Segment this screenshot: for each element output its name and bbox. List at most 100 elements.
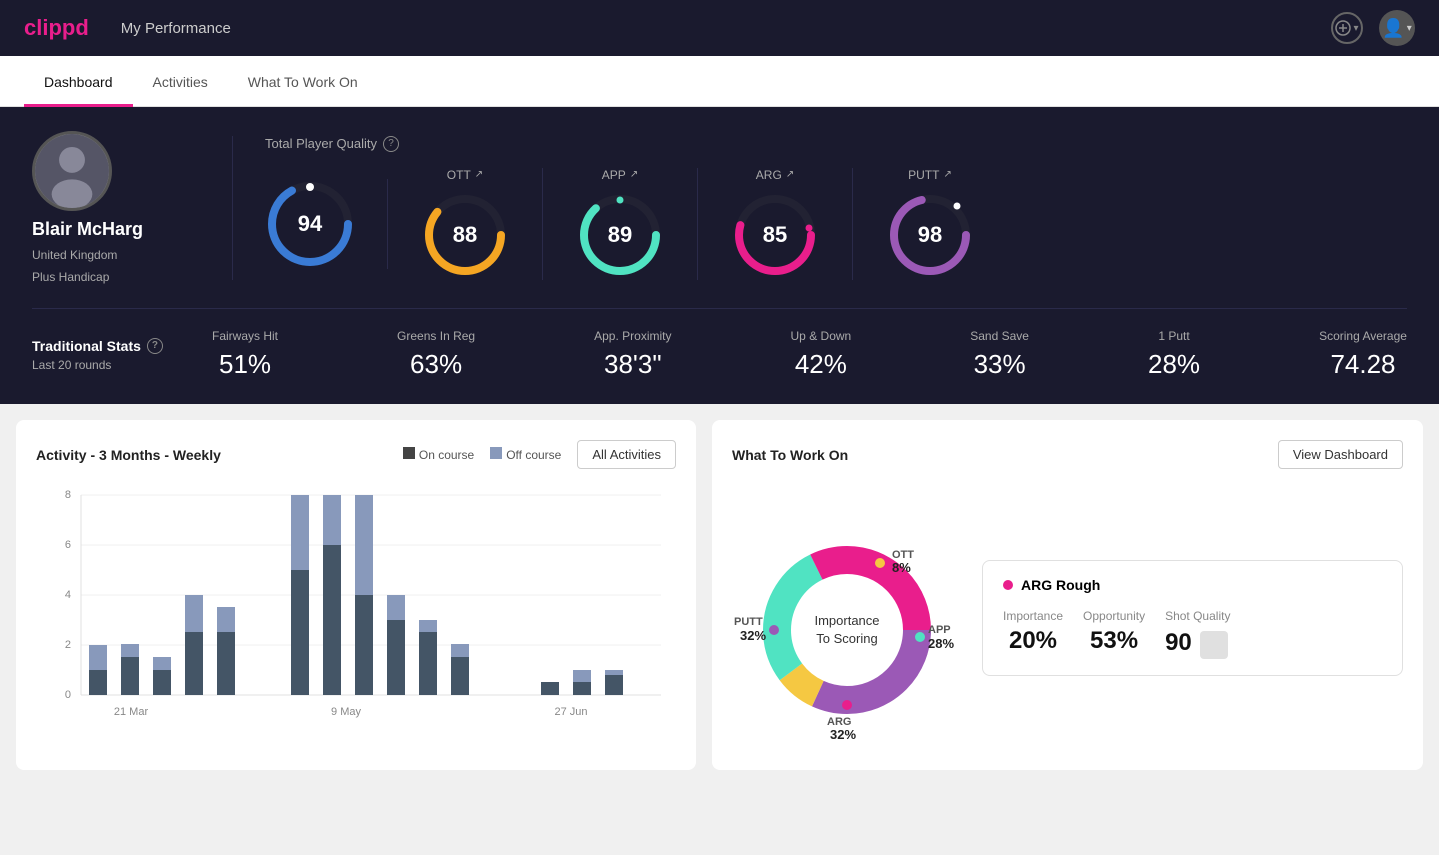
svg-text:8%: 8% bbox=[892, 560, 911, 575]
ott-label: OTT↗ bbox=[447, 168, 483, 182]
svg-text:PUTT: PUTT bbox=[734, 616, 763, 628]
header-actions: ▾ 👤▾ bbox=[1331, 10, 1415, 46]
detail-card-title: ARG Rough bbox=[1003, 577, 1382, 593]
bar bbox=[419, 620, 437, 632]
bar bbox=[291, 495, 309, 570]
trad-title: Traditional Stats ? bbox=[32, 338, 212, 354]
bar bbox=[541, 682, 559, 695]
donut-center-text: Importance To Scoring bbox=[814, 612, 879, 648]
player-info: Blair McHarg United Kingdom Plus Handica… bbox=[32, 131, 232, 284]
bar bbox=[355, 495, 373, 595]
bar bbox=[121, 657, 139, 695]
activity-panel-header: Activity - 3 Months - Weekly On course O… bbox=[36, 440, 676, 469]
bar bbox=[121, 644, 139, 657]
putt-gauge-wrap: 98 bbox=[885, 190, 975, 280]
bar bbox=[153, 670, 171, 695]
svg-text:28%: 28% bbox=[928, 636, 954, 651]
tab-what-to-work-on[interactable]: What To Work On bbox=[228, 56, 378, 107]
putt-label: PUTT↗ bbox=[908, 168, 952, 182]
wtwo-content: OTT 8% APP 28% ARG 32% PUTT 32% bbox=[732, 485, 1403, 750]
bar bbox=[323, 495, 341, 545]
svg-text:6: 6 bbox=[65, 539, 71, 551]
bar bbox=[387, 620, 405, 695]
bar bbox=[573, 670, 591, 682]
putt-value: 98 bbox=[918, 222, 942, 248]
trad-greens: Greens In Reg 63% bbox=[397, 329, 475, 380]
trad-1putt: 1 Putt 28% bbox=[1148, 329, 1200, 380]
bar bbox=[605, 675, 623, 695]
player-name: Blair McHarg bbox=[32, 219, 143, 240]
putt-gauge: PUTT↗ 98 bbox=[853, 168, 1007, 280]
tab-dashboard[interactable]: Dashboard bbox=[24, 56, 133, 107]
logo: clippd bbox=[24, 15, 89, 41]
trad-sandsave: Sand Save 33% bbox=[970, 329, 1029, 380]
wtwo-panel: What To Work On View Dashboard bbox=[712, 420, 1423, 770]
trad-label-wrap: Traditional Stats ? Last 20 rounds bbox=[32, 338, 212, 372]
quality-label: Total Player Quality ? bbox=[265, 136, 1407, 152]
trad-updown: Up & Down 42% bbox=[791, 329, 852, 380]
all-activities-button[interactable]: All Activities bbox=[577, 440, 676, 469]
trad-items: Fairways Hit 51% Greens In Reg 63% App. … bbox=[212, 329, 1407, 380]
arg-gauge: ARG↗ 85 bbox=[698, 168, 853, 280]
bar bbox=[355, 595, 373, 695]
bar bbox=[323, 545, 341, 695]
bar bbox=[89, 645, 107, 670]
help-icon[interactable]: ? bbox=[383, 136, 399, 152]
header: clippd My Performance ▾ 👤▾ bbox=[0, 0, 1439, 56]
donut-chart-wrap: OTT 8% APP 28% ARG 32% PUTT 32% bbox=[732, 485, 962, 750]
ott-value: 88 bbox=[453, 222, 477, 248]
svg-text:8: 8 bbox=[65, 489, 71, 501]
svg-text:9 May: 9 May bbox=[331, 706, 361, 718]
ott-gauge-wrap: 88 bbox=[420, 190, 510, 280]
detail-metrics: Importance 20% Opportunity 53% Shot Qual… bbox=[1003, 609, 1382, 659]
player-handicap: Plus Handicap bbox=[32, 270, 109, 284]
detail-importance: Importance 20% bbox=[1003, 609, 1063, 659]
bar bbox=[605, 670, 623, 675]
bottom-panels: Activity - 3 Months - Weekly On course O… bbox=[0, 404, 1439, 786]
bar bbox=[217, 607, 235, 632]
add-button[interactable]: ▾ bbox=[1331, 12, 1363, 44]
traditional-stats: Traditional Stats ? Last 20 rounds Fairw… bbox=[32, 308, 1407, 380]
trad-scoring: Scoring Average 74.28 bbox=[1319, 329, 1407, 380]
nav-tabs: Dashboard Activities What To Work On bbox=[0, 56, 1439, 107]
wtwo-title: What To Work On bbox=[732, 447, 848, 463]
svg-text:0: 0 bbox=[65, 689, 71, 701]
arg-value: 85 bbox=[763, 222, 787, 248]
bar bbox=[451, 657, 469, 695]
trad-help-icon[interactable]: ? bbox=[147, 338, 163, 354]
detail-shot-quality: Shot Quality 90 bbox=[1165, 609, 1230, 659]
svg-text:2: 2 bbox=[65, 639, 71, 651]
main-gauge-wrap: 94 bbox=[265, 179, 355, 269]
app-gauge-wrap: 89 bbox=[575, 190, 665, 280]
main-gauge-value: 94 bbox=[298, 211, 322, 237]
svg-text:21 Mar: 21 Mar bbox=[114, 706, 149, 718]
activity-panel: Activity - 3 Months - Weekly On course O… bbox=[16, 420, 696, 770]
stats-banner: Blair McHarg United Kingdom Plus Handica… bbox=[0, 107, 1439, 404]
quality-section: Total Player Quality ? 94 bbox=[232, 136, 1407, 280]
bar bbox=[573, 682, 591, 695]
ott-gauge: OTT↗ 88 bbox=[388, 168, 543, 280]
trad-fairways: Fairways Hit 51% bbox=[212, 329, 278, 380]
detail-dot bbox=[1003, 580, 1013, 590]
bar bbox=[291, 570, 309, 695]
svg-text:32%: 32% bbox=[830, 727, 856, 742]
trad-proximity: App. Proximity 38'3" bbox=[594, 329, 671, 380]
detail-opportunity: Opportunity 53% bbox=[1083, 609, 1145, 659]
metrics-row: 94 OTT↗ 88 bbox=[265, 168, 1407, 280]
wtwo-panel-header: What To Work On View Dashboard bbox=[732, 440, 1403, 469]
bar bbox=[451, 644, 469, 657]
bar bbox=[153, 657, 171, 670]
view-dashboard-button[interactable]: View Dashboard bbox=[1278, 440, 1403, 469]
bar bbox=[185, 632, 203, 695]
bar bbox=[387, 595, 405, 620]
avatar[interactable]: 👤▾ bbox=[1379, 10, 1415, 46]
arg-gauge-wrap: 85 bbox=[730, 190, 820, 280]
activity-chart-svg: 0 2 4 6 8 bbox=[36, 485, 676, 725]
tab-activities[interactable]: Activities bbox=[133, 56, 228, 107]
player-country: United Kingdom bbox=[32, 248, 117, 262]
main-quality-gauge: 94 bbox=[265, 179, 388, 269]
player-avatar bbox=[32, 131, 112, 211]
bar bbox=[217, 632, 235, 695]
app-label: APP↗ bbox=[602, 168, 638, 182]
svg-text:APP: APP bbox=[928, 624, 951, 636]
